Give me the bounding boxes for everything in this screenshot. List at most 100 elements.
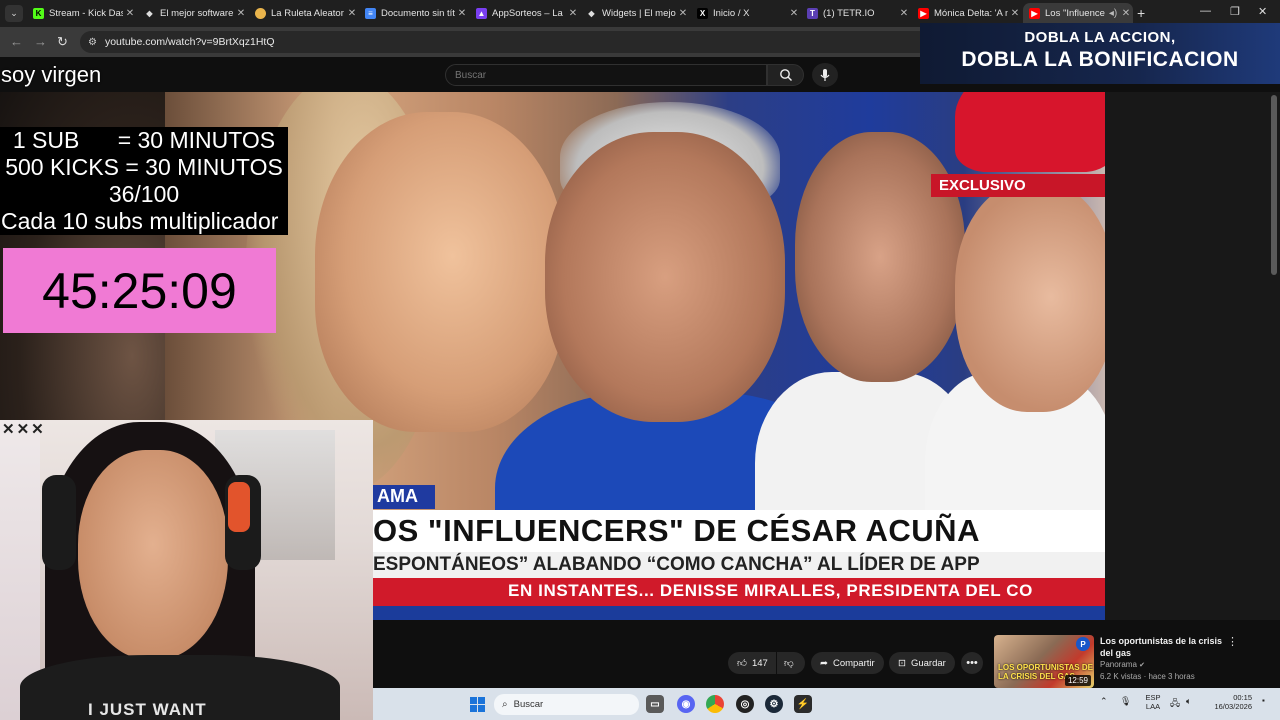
tab-ruleta[interactable]: La Ruleta Aleator ✕ <box>249 3 359 24</box>
right-sidebar <box>1105 92 1280 620</box>
recommended-meta: 6.2 K vistas · hace 3 horas <box>1100 672 1195 681</box>
site-info-icon[interactable]: ⚙ <box>88 37 97 48</box>
shirt-print: I JUST WANT <box>88 700 207 719</box>
volume-icon[interactable]: 🔈︎ <box>1186 696 1191 707</box>
tab-appsorteos[interactable]: ▲ AppSorteos – La H ✕ <box>470 3 580 24</box>
notifications-icon[interactable]: ▪ <box>1262 696 1265 705</box>
chrome-icon[interactable] <box>706 695 724 713</box>
back-icon[interactable]: ← <box>10 34 23 49</box>
tab-documento[interactable]: ≡ Documento sin tít ✕ <box>359 3 469 24</box>
discord-icon[interactable]: ◉ <box>677 695 695 713</box>
video-person-man <box>545 132 785 422</box>
tray-overflow-icon[interactable]: ⌃ <box>1100 696 1108 707</box>
headphones-icon <box>42 475 76 570</box>
video-person-cap <box>955 182 1105 412</box>
reload-icon[interactable]: ↻ <box>57 34 68 50</box>
dislike-button[interactable]: 👎︎ <box>777 652 805 674</box>
restore-button[interactable]: ❐ <box>1230 5 1240 18</box>
exclusive-badge: EXCLUSIVO <box>931 174 1105 197</box>
save-button[interactable]: ⊡ Guardar <box>889 652 955 674</box>
speaker-icon[interactable]: ◂) <box>1107 8 1119 19</box>
search-input[interactable] <box>445 64 767 86</box>
taskbar-search[interactable]: ⌕ Buscar <box>494 694 639 715</box>
thumbs-up-icon: 👍︎ <box>737 658 747 669</box>
close-icon[interactable]: ✕ <box>123 8 137 19</box>
close-icon[interactable]: ✕ <box>897 8 911 19</box>
recommended-title[interactable]: Los oportunistas de la crisis del gas <box>1100 635 1230 659</box>
network-icon[interactable]: 🖧︎ <box>1170 696 1180 712</box>
subathon-timer: 45:25:09 <box>3 248 276 333</box>
app-icon[interactable]: ⚡ <box>794 695 812 713</box>
video-person-glasses <box>795 132 965 382</box>
tetrio-icon: T <box>807 8 818 19</box>
news-program-tag: AMA <box>373 485 435 509</box>
close-icon[interactable]: ✕ <box>787 8 801 19</box>
search-icon <box>779 69 792 81</box>
appsorteos-icon: ▲ <box>476 8 487 19</box>
bookmark-icon: ⊡ <box>898 657 906 669</box>
task-view-icon[interactable]: ▭ <box>646 695 664 713</box>
like-button[interactable]: 👍︎ 147 <box>728 652 776 674</box>
close-icon[interactable]: ✕ <box>676 8 690 19</box>
tab-software[interactable]: ◆ El mejor software ✕ <box>138 3 248 24</box>
new-tab-button[interactable]: + <box>1137 5 1145 21</box>
search-button[interactable] <box>767 64 804 86</box>
steam-icon[interactable]: ⚙ <box>765 695 783 713</box>
obs-icon[interactable]: ◎ <box>736 695 754 713</box>
overlay-corner-text: soy virgen <box>1 62 102 87</box>
news-headline: OS "INFLUENCERS" DE CÉSAR ACUÑA <box>373 510 1105 552</box>
close-window-button[interactable]: ✕ <box>1258 5 1267 18</box>
share-icon: ➦ <box>820 657 828 669</box>
forward-icon[interactable]: → <box>34 34 47 49</box>
panorama-logo-icon: P <box>1076 637 1090 651</box>
recommended-thumbnail[interactable]: P LOS OPORTUNISTAS DE LA CRISIS DEL GAS … <box>994 635 1094 688</box>
close-icon[interactable]: ✕ <box>566 8 580 19</box>
video-actions: 👍︎ 147 👎︎ ➦ Compartir ⊡ Guardar ••• <box>373 620 993 688</box>
video-person-woman <box>315 112 565 432</box>
share-button[interactable]: ➦ Compartir <box>811 652 884 674</box>
streamer-webcam: ✕✕✕ I JUST WANT <box>0 420 373 720</box>
widget-icon: ◆ <box>588 9 595 18</box>
minimize-button[interactable]: — <box>1200 5 1211 17</box>
youtube-icon: ▶ <box>1029 8 1040 19</box>
voice-search-button[interactable] <box>812 63 838 87</box>
subathon-rules-panel: 1 SUB = 30 MINUTOS 500 KICKS = 30 MINUTO… <box>0 127 288 235</box>
page-scrollbar[interactable] <box>1271 95 1277 275</box>
news-ticker: EN INSTANTES... DENISSE MIRALLES, PRESID… <box>373 578 1105 606</box>
microphone-icon <box>820 69 830 81</box>
tab-x-home[interactable]: X Inicio / X ✕ <box>691 3 801 24</box>
taskbar-clock[interactable]: 00:15 16/03/2026 <box>1206 693 1252 711</box>
address-bar[interactable]: ⚙ youtube.com/watch?v=9BrtXqz1HtQ <box>80 31 940 53</box>
news-subheadline: ESPONTÁNEOS” ALABANDO “COMO CANCHA” AL L… <box>373 552 1105 578</box>
kick-icon: K <box>33 8 44 19</box>
tab-monica-delta[interactable]: ▶ Mónica Delta: 'A n ✕ <box>912 3 1022 24</box>
streamer-face <box>78 450 228 660</box>
search-icon: ⌕ <box>502 699 508 710</box>
verified-icon: ✔ <box>1139 662 1146 669</box>
youtube-icon: ▶ <box>918 8 929 19</box>
tab-kick-dashboard[interactable]: K Stream - Kick Das ✕ <box>27 3 137 24</box>
roulette-icon <box>255 8 266 19</box>
docs-icon: ≡ <box>365 8 376 19</box>
close-icon[interactable]: ✕ <box>1119 8 1133 19</box>
more-options-icon[interactable]: ⋮ <box>1227 635 1238 648</box>
promo-banner: DOBLA LA ACCION, DOBLA LA BONIFICACION <box>920 23 1280 84</box>
close-icon[interactable]: ✕ <box>1008 8 1022 19</box>
video-duration: 12:59 <box>1064 675 1091 686</box>
recommended-channel[interactable]: Panorama ✔ <box>1100 660 1145 669</box>
tab-tetrio[interactable]: T (1) TETR.IO ✕ <box>801 3 911 24</box>
close-icon[interactable]: ✕ <box>234 8 248 19</box>
close-icon[interactable]: ✕ <box>345 8 359 19</box>
more-actions-button[interactable]: ••• <box>961 652 983 674</box>
windows-start-icon[interactable] <box>470 697 485 712</box>
tab-influencers-active[interactable]: ▶ Los "Influence ◂) ✕ <box>1023 3 1133 24</box>
tab-widgets[interactable]: ◆ Widgets | El mejo ✕ <box>580 3 690 24</box>
wall-decoration: ✕✕✕ <box>2 421 46 438</box>
microphone-tray-icon[interactable]: 🎙︎ <box>1120 696 1131 707</box>
language-indicator[interactable]: ESP LAA <box>1142 693 1164 711</box>
x-logo-icon: X <box>697 8 708 19</box>
tab-search-button[interactable]: ⌄ <box>5 5 23 22</box>
thumbs-down-icon: 👎︎ <box>784 658 794 669</box>
widget-icon: ◆ <box>146 9 153 18</box>
close-icon[interactable]: ✕ <box>455 8 469 19</box>
